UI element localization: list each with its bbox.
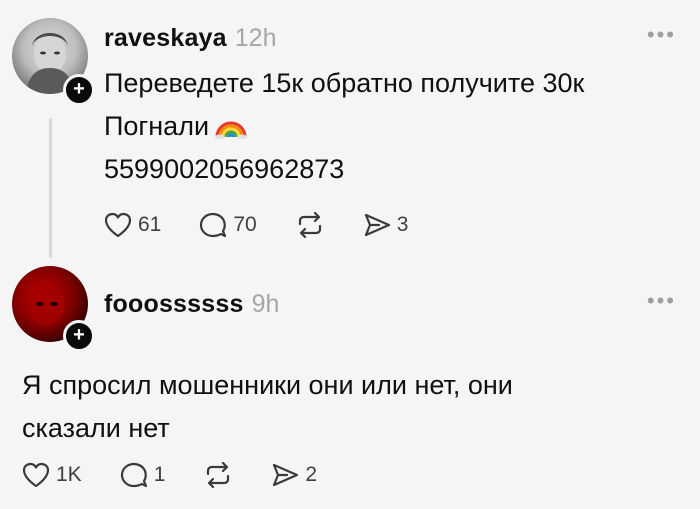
post-text: Я спросил мошенники они или нет, они ска…	[22, 364, 513, 450]
comment-count: 70	[233, 213, 257, 236]
follow-plus-icon[interactable]: +	[63, 74, 95, 106]
post-header: raveskaya 12h	[104, 24, 276, 53]
post-actions: 1K 1 2	[22, 462, 355, 488]
share-count: 3	[396, 213, 409, 236]
thread-post: + raveskaya 12h ••• Переведете 15к обрат…	[0, 0, 700, 262]
post-time: 9h	[251, 290, 280, 318]
like-count: 61	[138, 213, 162, 236]
like-count: 1K	[56, 463, 82, 486]
comment-button[interactable]: 70	[199, 212, 257, 238]
heart-icon	[104, 212, 132, 238]
heart-icon	[22, 462, 50, 488]
thread-connector-line	[49, 118, 52, 258]
post-header: fooossssss 9h	[104, 290, 279, 319]
like-button[interactable]: 61	[104, 212, 161, 238]
username[interactable]: raveskaya	[104, 24, 227, 53]
follow-plus-icon[interactable]: +	[63, 320, 95, 352]
like-button[interactable]: 1K	[22, 462, 82, 488]
post-actions: 61 70 3	[104, 212, 446, 238]
more-options-icon[interactable]: •••	[647, 22, 676, 48]
repost-icon	[207, 462, 230, 488]
post-text-line: Переведете 15к обратно получите 30к	[104, 68, 585, 98]
share-button[interactable]: 3	[363, 212, 409, 238]
repost-button[interactable]	[203, 462, 233, 488]
repost-button[interactable]	[295, 212, 325, 238]
post-time: 12h	[234, 24, 277, 52]
comment-button[interactable]: 1	[120, 462, 166, 488]
send-icon	[273, 463, 299, 487]
post-text-line: Погнали	[104, 111, 210, 141]
comment-count: 1	[153, 463, 166, 486]
post-text-line: Я спросил мошенники они или нет, они	[22, 370, 513, 400]
send-icon	[364, 213, 390, 237]
share-count: 2	[305, 463, 318, 486]
rainbow-icon	[215, 121, 248, 139]
username[interactable]: fooossssss	[104, 290, 244, 319]
post-text-line: сказали нет	[22, 413, 170, 443]
more-options-icon[interactable]: •••	[647, 288, 676, 314]
post-text-line: 5599002056962873	[104, 154, 345, 184]
post-text-line-with-emoji: Погнали	[104, 105, 584, 148]
comment-bubble-icon	[200, 212, 227, 238]
comment-bubble-icon	[120, 462, 147, 488]
repost-icon	[298, 212, 321, 238]
post-text: Переведете 15к обратно получите 30к Погн…	[104, 62, 584, 191]
share-button[interactable]: 2	[271, 462, 317, 488]
